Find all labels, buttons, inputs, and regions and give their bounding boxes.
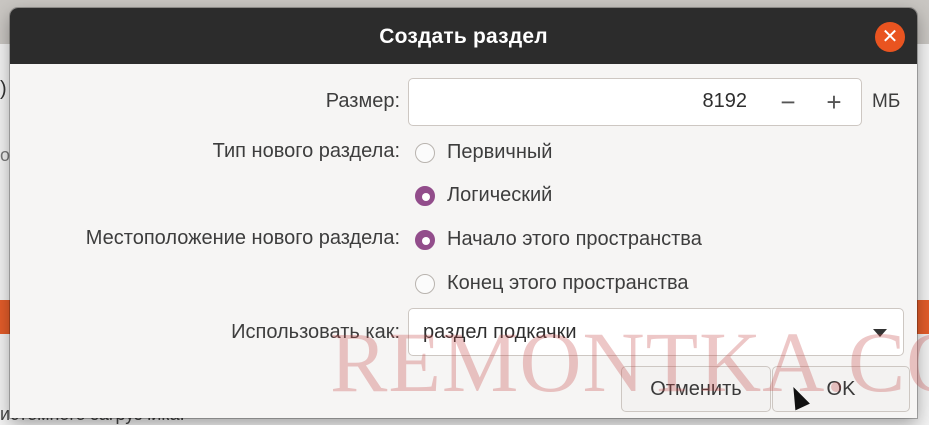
dropdown-arrow-icon: [873, 329, 887, 337]
radio-label: Начало этого пространства: [447, 228, 702, 250]
use-as-dropdown[interactable]: раздел подкачки: [408, 308, 904, 356]
partition-type-label: Тип нового раздела:: [212, 140, 400, 162]
radio-logical[interactable]: Логический: [415, 184, 552, 207]
use-as-label: Использовать как:: [231, 321, 400, 343]
radio-beginning[interactable]: Начало этого пространства: [415, 228, 702, 251]
dialog-title: Создать раздел: [379, 25, 548, 48]
radio-button[interactable]: [415, 142, 435, 163]
use-as-value: раздел подкачки: [423, 321, 577, 343]
cancel-button[interactable]: Отменить: [621, 366, 771, 412]
background-text-fragment: ): [0, 78, 7, 100]
radio-button-checked[interactable]: [415, 229, 435, 250]
increment-button[interactable]: +: [817, 85, 851, 119]
close-icon: ✕: [881, 26, 899, 48]
radio-label: Первичный: [447, 141, 553, 163]
radio-button[interactable]: [415, 273, 435, 294]
dialog-titlebar: Создать раздел ✕: [10, 8, 917, 64]
size-label: Размер:: [325, 90, 400, 112]
decrement-button[interactable]: −: [771, 85, 805, 119]
radio-primary[interactable]: Первичный: [415, 141, 552, 164]
size-spinbox[interactable]: 8192 − +: [408, 78, 862, 126]
size-unit: МБ: [872, 91, 901, 112]
location-label: Местоположение нового раздела:: [85, 227, 400, 249]
radio-label: Конец этого пространства: [447, 272, 689, 294]
background-text-fragment: о: [0, 145, 11, 165]
close-button[interactable]: ✕: [875, 22, 905, 52]
create-partition-dialog: Создать раздел ✕ Размер: 8192 − + МБ Тип…: [10, 8, 917, 418]
radio-label: Логический: [447, 184, 553, 206]
radio-end[interactable]: Конец этого пространства: [415, 272, 689, 295]
radio-button-checked[interactable]: [415, 185, 435, 206]
size-value[interactable]: 8192: [703, 90, 748, 113]
